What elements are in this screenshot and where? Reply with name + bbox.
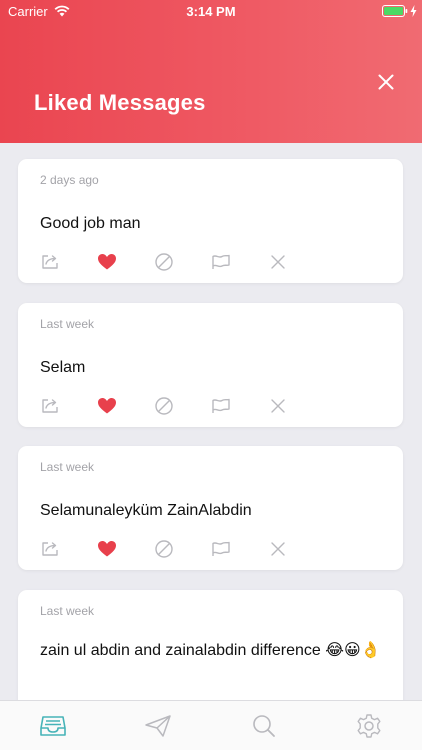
share-icon (42, 399, 58, 413)
delete-icon (271, 255, 285, 269)
like-button[interactable] (97, 539, 117, 559)
heart-icon (98, 254, 116, 270)
like-button[interactable] (97, 252, 117, 272)
message-actions (40, 539, 290, 559)
battery-icon (382, 5, 408, 17)
report-button[interactable] (211, 396, 231, 416)
close-icon (378, 74, 394, 90)
report-button[interactable] (211, 539, 231, 559)
page-title: Liked Messages (34, 90, 206, 115)
tab-inbox[interactable] (39, 713, 67, 739)
message-list[interactable]: 2 days ago Good job man Last week Selam (0, 143, 422, 700)
share-button[interactable] (40, 396, 60, 416)
block-button[interactable] (154, 539, 174, 559)
charging-icon (410, 5, 417, 17)
message-text: Selam (40, 359, 86, 376)
flag-icon (212, 541, 230, 556)
block-button[interactable] (154, 396, 174, 416)
message-time: 2 days ago (40, 173, 99, 187)
settings-icon (357, 714, 381, 738)
heart-icon (98, 398, 116, 414)
message-text: zain ul abdin and zainalabdin difference… (40, 642, 381, 659)
message-text: Selamunaleyküm ZainAlabdin (40, 502, 252, 519)
message-card: 2 days ago Good job man (18, 159, 403, 283)
message-text: Good job man (40, 215, 141, 232)
block-icon (155, 253, 173, 271)
block-icon (155, 397, 173, 415)
report-button[interactable] (211, 252, 231, 272)
header: Carrier 3:14 PM Liked Messages (0, 0, 422, 143)
delete-button[interactable] (268, 396, 288, 416)
close-button[interactable] (374, 70, 398, 94)
share-button[interactable] (40, 539, 60, 559)
message-actions (40, 252, 290, 272)
tab-settings[interactable] (355, 713, 383, 739)
tab-send[interactable] (144, 713, 172, 739)
flag-icon (212, 398, 230, 413)
message-time: Last week (40, 317, 95, 331)
message-card: Last week Selamunaleyküm ZainAlabdin (18, 446, 403, 570)
heart-icon (98, 541, 116, 557)
status-bar: Carrier 3:14 PM (0, 0, 422, 22)
inbox-icon (40, 716, 66, 736)
block-button[interactable] (154, 252, 174, 272)
status-time: 3:14 PM (186, 4, 236, 19)
delete-button[interactable] (268, 252, 288, 272)
message-card: Last week Selam (18, 303, 403, 427)
block-icon (155, 540, 173, 558)
share-icon (42, 542, 58, 556)
flag-icon (212, 254, 230, 269)
tab-search[interactable] (250, 713, 278, 739)
delete-icon (271, 542, 285, 556)
message-time: Last week (40, 460, 95, 474)
share-button[interactable] (40, 252, 60, 272)
like-button[interactable] (97, 396, 117, 416)
delete-button[interactable] (268, 539, 288, 559)
message-card: Last week zain ul abdin and zainalabdin … (18, 590, 403, 700)
tab-bar (0, 700, 422, 750)
message-time: Last week (40, 604, 95, 618)
message-actions (40, 396, 290, 416)
send-icon (145, 715, 171, 737)
share-icon (42, 255, 58, 269)
search-icon (253, 715, 275, 737)
delete-icon (271, 399, 285, 413)
